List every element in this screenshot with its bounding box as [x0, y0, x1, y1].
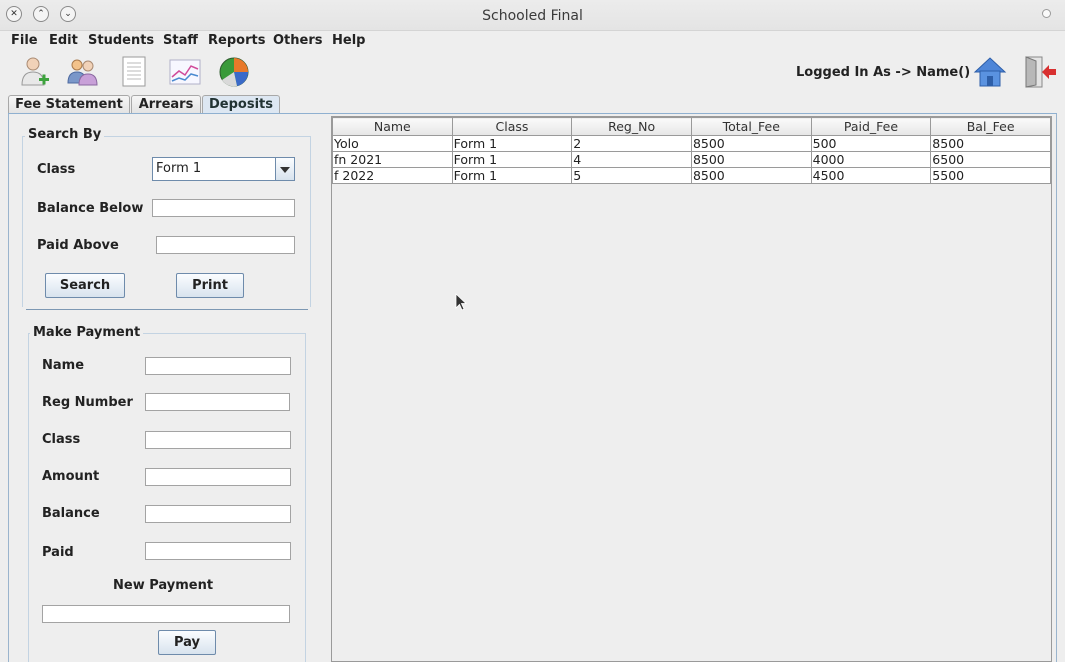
mouse-cursor-icon: [455, 293, 467, 311]
table-cell[interactable]: 6500: [930, 151, 1051, 168]
table-cell[interactable]: 4: [571, 151, 692, 168]
paid-above-input[interactable]: [156, 236, 295, 254]
column-header-reg-no[interactable]: Reg_No: [571, 117, 692, 136]
menu-staff[interactable]: Staff: [163, 33, 198, 48]
table-header-row: Name Class Reg_No Total_Fee Paid_Fee Bal…: [332, 117, 1051, 136]
reg-number-field[interactable]: [145, 393, 290, 411]
table-cell[interactable]: 8500: [690, 167, 812, 184]
name-field[interactable]: [145, 357, 291, 375]
class-select[interactable]: Form 1: [152, 157, 295, 181]
balance-field[interactable]: [145, 505, 291, 523]
table-cell[interactable]: f 2022: [332, 167, 453, 184]
table-cell[interactable]: 500: [810, 135, 932, 152]
menu-edit[interactable]: Edit: [49, 33, 78, 48]
table-cell[interactable]: Form 1: [451, 167, 573, 184]
chevron-down-icon[interactable]: [275, 158, 294, 180]
column-header-bal-fee[interactable]: Bal_Fee: [930, 117, 1051, 136]
paid-label: Paid: [42, 545, 74, 560]
column-header-total-fee[interactable]: Total_Fee: [690, 117, 812, 136]
table-cell[interactable]: Form 1: [451, 151, 573, 168]
make-payment-title: Make Payment: [30, 325, 144, 340]
table-cell[interactable]: 5: [571, 167, 692, 184]
tab-arrears[interactable]: Arrears: [131, 95, 201, 114]
balance-below-label: Balance Below: [37, 201, 144, 216]
menu-students[interactable]: Students: [88, 33, 154, 48]
table-cell[interactable]: fn 2021: [332, 151, 453, 168]
amount-label: Amount: [42, 469, 100, 484]
table-cell[interactable]: 4000: [810, 151, 932, 168]
pie-chart-icon[interactable]: [217, 55, 251, 89]
tab-deposits[interactable]: Deposits: [202, 95, 280, 114]
table-cell[interactable]: 8500: [690, 151, 812, 168]
menu-file[interactable]: File: [11, 33, 38, 48]
class-select-value: Form 1: [156, 161, 202, 176]
table-cell[interactable]: 2: [571, 135, 692, 152]
staff-group-icon[interactable]: [66, 55, 100, 89]
deposits-table-area[interactable]: Name Class Reg_No Total_Fee Paid_Fee Bal…: [331, 116, 1052, 662]
pay-button[interactable]: Pay: [158, 630, 216, 655]
deposits-table: Name Class Reg_No Total_Fee Paid_Fee Bal…: [332, 117, 1051, 184]
section-separator: [26, 309, 308, 310]
table-cell[interactable]: 4500: [810, 167, 932, 184]
tab-bar: Fee Statement Arrears Deposits: [0, 93, 1065, 114]
column-header-class[interactable]: Class: [451, 117, 573, 136]
exit-icon[interactable]: [1022, 55, 1056, 89]
paid-above-label: Paid Above: [37, 238, 119, 253]
search-by-title: Search By: [25, 127, 105, 142]
table-cell[interactable]: Form 1: [451, 135, 573, 152]
menu-others[interactable]: Others: [273, 33, 323, 48]
add-student-icon[interactable]: [18, 55, 52, 89]
amount-field[interactable]: [145, 468, 291, 486]
line-chart-icon[interactable]: [168, 55, 202, 89]
balance-below-input[interactable]: [152, 199, 295, 217]
payment-class-field[interactable]: [145, 431, 291, 449]
window-menu-dot[interactable]: [1042, 9, 1051, 18]
balance-label: Balance: [42, 506, 100, 521]
window-title: Schooled Final: [482, 8, 583, 24]
home-icon[interactable]: [973, 55, 1007, 89]
table-row[interactable]: f 2022 Form 1 5 8500 4500 5500: [332, 167, 1051, 184]
new-payment-label: New Payment: [113, 578, 214, 593]
search-button[interactable]: Search: [45, 273, 125, 298]
name-label: Name: [42, 358, 85, 373]
table-cell[interactable]: Yolo: [332, 135, 453, 152]
reg-number-label: Reg Number: [42, 395, 133, 410]
menu-reports[interactable]: Reports: [208, 33, 265, 48]
table-cell[interactable]: 8500: [690, 135, 812, 152]
menu-bar: File Edit Students Staff Reports Others …: [0, 31, 1065, 51]
logged-in-label: Logged In As -> Name(): [796, 65, 971, 80]
table-row[interactable]: Yolo Form 1 2 8500 500 8500: [332, 135, 1051, 152]
payment-class-label: Class: [42, 432, 81, 447]
class-label: Class: [37, 162, 76, 177]
table-cell[interactable]: 8500: [930, 135, 1051, 152]
table-cell[interactable]: 5500: [930, 167, 1051, 184]
table-row[interactable]: fn 2021 Form 1 4 8500 4000 6500: [332, 151, 1051, 168]
toolbar: Logged In As -> Name(): [0, 51, 1065, 93]
column-header-paid-fee[interactable]: Paid_Fee: [810, 117, 932, 136]
title-bar: ✕ ⌃ ⌄ Schooled Final: [0, 0, 1065, 31]
column-header-name[interactable]: Name: [332, 117, 453, 136]
tab-fee-statement[interactable]: Fee Statement: [8, 95, 130, 114]
print-button[interactable]: Print: [176, 273, 244, 298]
paid-field[interactable]: [145, 542, 291, 560]
document-icon[interactable]: [118, 55, 152, 89]
new-payment-field[interactable]: [42, 605, 290, 623]
menu-help[interactable]: Help: [332, 33, 365, 48]
